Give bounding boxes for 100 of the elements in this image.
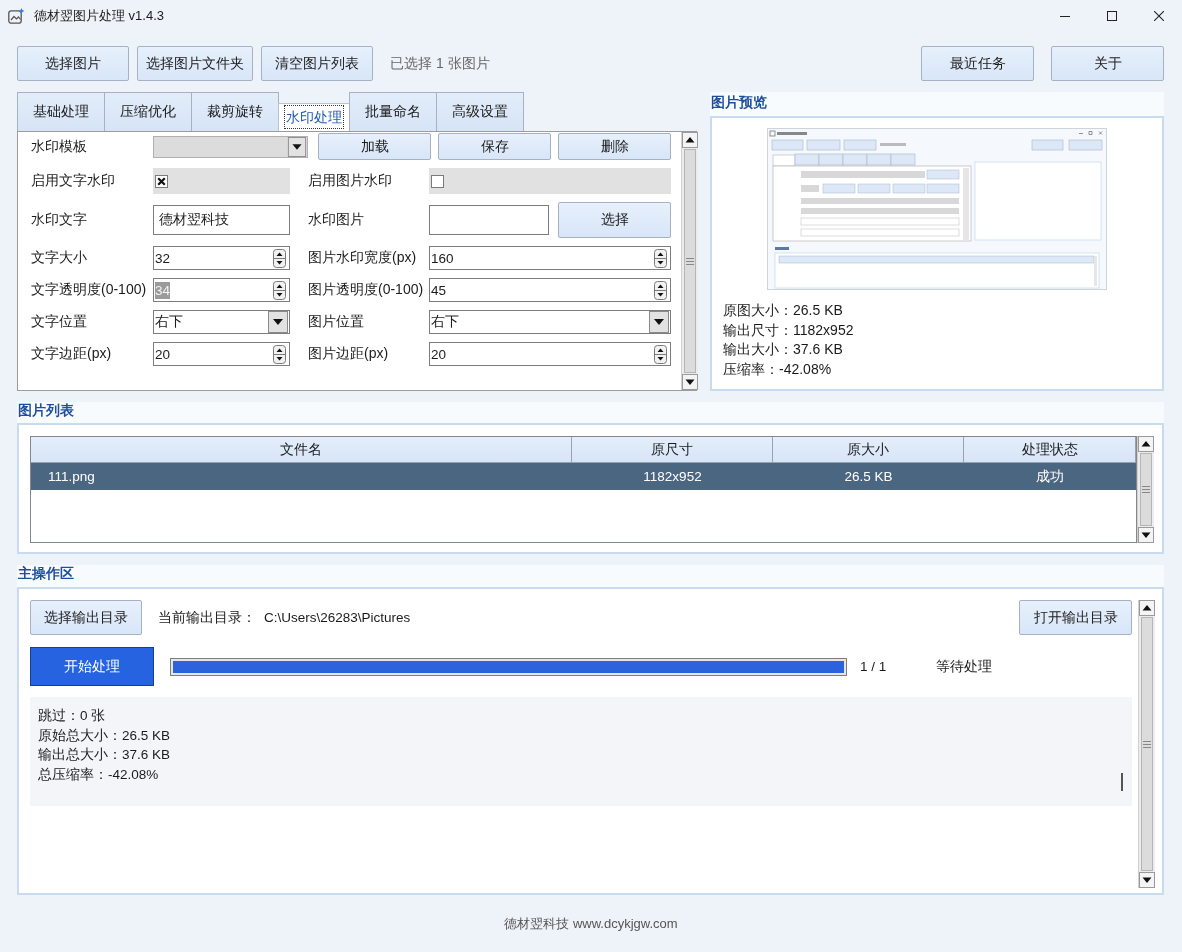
field-label: 水印图片 [308, 211, 365, 229]
progress-count: 1 / 1 [860, 659, 887, 674]
field-label: 启用文字水印 [31, 172, 116, 190]
column-header[interactable]: 原尺寸 [572, 437, 773, 463]
checkbox[interactable] [431, 174, 444, 188]
toolbar-button[interactable]: 选择图片文件夹 [137, 46, 253, 81]
scrollbar-thumb[interactable] [1141, 617, 1153, 871]
info-text: 输出尺寸：1182x952 [723, 320, 854, 340]
tab[interactable]: 基础处理 [17, 92, 105, 131]
field-value: 20 [155, 345, 171, 363]
table-cell-text: 成功 [1035, 467, 1065, 486]
tab[interactable]: 压缩优化 [104, 92, 192, 131]
field-label: 图片位置 [308, 313, 365, 331]
minimize-icon [1059, 15, 1070, 17]
vertical-scrollbar[interactable] [681, 132, 698, 390]
number-field[interactable]: 160 [429, 246, 671, 270]
spin-arrows-icon[interactable] [273, 280, 286, 300]
info-text: 原图大小：26.5 KB [723, 301, 843, 320]
field-label: 图片透明度(0-100) [308, 281, 425, 299]
open-output-folder-button[interactable]: 打开输出目录 [1019, 600, 1132, 635]
field-value: 45 [431, 281, 447, 299]
info-text: 压缩率：-42.08% [723, 359, 832, 379]
spin-arrows-icon[interactable] [654, 280, 667, 300]
section-title: 图片预览 [710, 93, 767, 112]
field-value: 34 [155, 281, 171, 299]
toolbar-button[interactable]: 关于 [1051, 46, 1164, 81]
field-label: 文字大小 [31, 249, 88, 267]
number-field[interactable]: 45 [429, 278, 671, 302]
scroll-down-icon[interactable] [1138, 527, 1154, 543]
log-line: 输出总大小：37.6 KB [38, 746, 171, 764]
spin-arrows-icon[interactable] [273, 248, 286, 268]
dropdown-value: 右下 [155, 313, 183, 331]
field-value: 160 [431, 249, 454, 267]
dropdown-value: 右下 [431, 313, 459, 331]
dropdown[interactable]: 右下 [153, 310, 290, 334]
scroll-down-icon[interactable] [1139, 872, 1155, 888]
template-action-button[interactable]: 加载 [318, 133, 431, 160]
scroll-up-icon[interactable] [1138, 436, 1154, 452]
field-value: 20 [431, 345, 447, 363]
status-text: 等待处理 [936, 657, 993, 676]
scrollbar-thumb[interactable] [1140, 453, 1152, 526]
section-title: 图片列表 [17, 402, 74, 420]
scroll-down-icon[interactable] [682, 374, 698, 390]
template-action-button[interactable]: 保存 [438, 133, 551, 160]
log-scrollbar-thumb[interactable] [1121, 773, 1123, 791]
scroll-up-icon[interactable] [1139, 600, 1155, 616]
field-value: 德材翌科技 [159, 211, 229, 229]
tab[interactable]: 高级设置 [436, 92, 524, 131]
table-cell-text: 111.png [47, 468, 96, 486]
field-value: 32 [155, 249, 171, 267]
dropdown[interactable]: 右下 [429, 310, 671, 334]
close-icon [1153, 11, 1164, 21]
choose-file-button[interactable]: 选择 [558, 202, 671, 238]
toolbar-button[interactable]: 最近任务 [921, 46, 1034, 81]
start-button[interactable]: 开始处理 [30, 647, 154, 686]
field-label: 启用图片水印 [308, 172, 393, 190]
toolbar-button[interactable]: 清空图片列表 [261, 46, 373, 81]
tab[interactable]: 水印处理 [278, 103, 350, 131]
spin-arrows-icon[interactable] [654, 248, 667, 268]
template-action-button[interactable]: 删除 [558, 133, 671, 160]
field-label: 文字边距(px) [31, 345, 113, 363]
choose-output-folder-button[interactable]: 选择输出目录 [30, 600, 142, 635]
number-field[interactable]: 20 [429, 342, 671, 366]
field-label: 文字透明度(0-100) [31, 281, 148, 299]
table-cell-text: 26.5 KB [843, 468, 894, 486]
field-label: 图片水印宽度(px) [308, 249, 418, 267]
maximize-icon [1106, 11, 1117, 21]
section-title: 主操作区 [17, 565, 74, 583]
tab[interactable]: 裁剪旋转 [191, 92, 279, 131]
tab[interactable]: 批量命名 [349, 92, 437, 131]
number-field[interactable]: 20 [153, 342, 290, 366]
scrollbar-thumb[interactable] [684, 149, 696, 373]
log-line: 跳过：0 张 [38, 707, 106, 725]
table-cell-text: 1182x952 [642, 468, 703, 486]
checkbox[interactable] [155, 174, 168, 188]
selection-count: 已选择 1 张图片 [390, 54, 490, 73]
vertical-scrollbar[interactable] [1137, 436, 1154, 543]
toolbar-button[interactable]: 选择图片 [17, 46, 129, 81]
field-label: 水印模板 [31, 137, 88, 156]
footer-text: 德材翌科技 www.dcykjgw.com [504, 914, 678, 933]
field-label: 水印文字 [31, 211, 88, 229]
file-path-field[interactable] [429, 205, 549, 235]
output-folder-path: C:\Users\26283\Pictures [264, 610, 411, 625]
spin-arrows-icon[interactable] [273, 344, 286, 364]
info-text: 输出大小：37.6 KB [723, 340, 843, 359]
column-header[interactable]: 原大小 [773, 437, 964, 463]
text-field[interactable]: 德材翌科技 [153, 205, 290, 235]
number-field[interactable]: 32 [153, 246, 290, 270]
scroll-up-icon[interactable] [682, 132, 698, 148]
image-icon [8, 8, 25, 24]
column-header[interactable]: 处理状态 [964, 437, 1136, 463]
output-folder-label: 当前输出目录： [158, 608, 256, 627]
field-label: 图片边距(px) [308, 345, 390, 363]
table-row[interactable]: 111.png 1182x952 26.5 KB 成功 [31, 463, 1136, 490]
column-header[interactable]: 文件名 [31, 437, 572, 463]
window-title: 德材翌图片处理 v1.4.3 [34, 7, 165, 25]
log-line: 原始总大小：26.5 KB [38, 726, 171, 745]
vertical-scrollbar[interactable] [1138, 600, 1155, 888]
log-line: 总压缩率：-42.08% [38, 765, 159, 784]
spin-arrows-icon[interactable] [654, 344, 667, 364]
